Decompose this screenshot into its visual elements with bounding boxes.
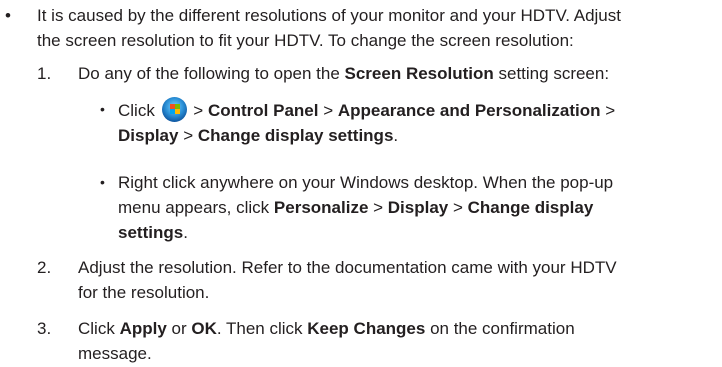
sep: > [368, 198, 388, 217]
bullet-symbol: • [5, 6, 11, 25]
apply: Apply [119, 319, 167, 338]
sub-1-line-2: Display > Change display settings. [118, 123, 718, 148]
step-2-number: 2. [37, 258, 52, 277]
step-1-post: setting screen: [493, 64, 610, 83]
sub-2-pre: menu appears, click [118, 198, 274, 217]
sub-2-symbol: • [100, 174, 105, 190]
sub-2-line-3: settings. [118, 220, 718, 245]
change-display: Change display [467, 198, 594, 217]
keep-changes: Keep Changes [307, 319, 426, 338]
then-click: . Then click [216, 319, 308, 338]
step-2-line-2: for the resolution. [78, 283, 210, 302]
ok: OK [191, 319, 217, 338]
personalize: Personalize [273, 198, 369, 217]
sub-2-line-2: menu appears, click Personalize > Displa… [118, 195, 718, 220]
step-1-bold: Screen Resolution [344, 64, 494, 83]
step-2-text: Adjust the resolution. Refer to the docu… [78, 255, 722, 305]
period: . [183, 223, 188, 242]
windows-start-orb-icon [161, 97, 187, 122]
step-1-text: Do any of the following to open the Scre… [78, 61, 722, 86]
sub-1-click: Click [118, 101, 155, 120]
display: Display [118, 126, 179, 145]
sub-2-line-1: Right click anywhere on your Windows des… [118, 173, 614, 192]
sub-1-text: Click > Control Panel > Appearance and P… [118, 97, 718, 148]
intro-paragraph: It is caused by the different resolution… [37, 3, 717, 53]
period: . [393, 126, 399, 145]
sep: > [448, 198, 468, 217]
step-2-line-1: Adjust the resolution. Refer to the docu… [78, 258, 617, 277]
step-3-pre: Click [78, 319, 120, 338]
or: or [166, 319, 192, 338]
sep: > [178, 126, 198, 145]
control-panel: Control Panel [207, 101, 319, 120]
display: Display [387, 198, 449, 217]
sub-2-text: Right click anywhere on your Windows des… [118, 170, 718, 245]
step-1-number: 1. [37, 64, 52, 83]
sep: > [600, 101, 616, 120]
sep: > [188, 101, 208, 120]
sub-1-line-1: Click > Control Panel > Appearance and P… [118, 97, 718, 123]
change-display-settings: Change display settings [197, 126, 394, 145]
step-3-line-2: message. [78, 344, 152, 363]
appearance-and-personalization: Appearance and Personalization [337, 101, 601, 120]
step-1-pre: Do any of the following to open the [78, 64, 345, 83]
step-3-number: 3. [37, 319, 52, 338]
settings: settings [118, 223, 184, 242]
intro-line-1: It is caused by the different resolution… [37, 6, 621, 25]
step-3-post: on the confirmation [425, 319, 575, 338]
sep: > [318, 101, 338, 120]
intro-line-2: the screen resolution to fit your HDTV. … [37, 31, 574, 50]
step-3-text: Click Apply or OK. Then click Keep Chang… [78, 316, 722, 366]
sub-1-symbol: • [100, 101, 105, 117]
step-3-line-1: Click Apply or OK. Then click Keep Chang… [78, 316, 722, 341]
